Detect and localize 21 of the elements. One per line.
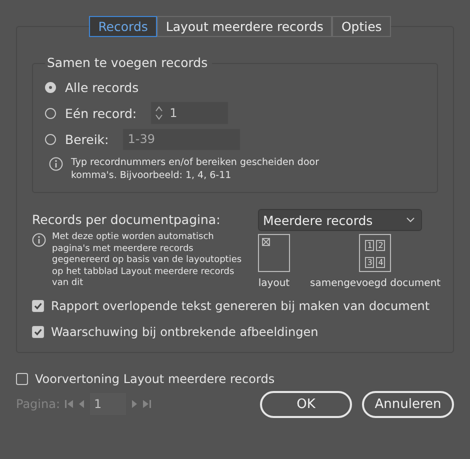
checkbox-label: Voorvertoning Layout meerdere records xyxy=(35,372,275,386)
checkbox-label: Rapport overlopende tekst genereren bij maken van document xyxy=(51,298,430,312)
hint-text: Met deze optie worden automatisch pagina's met meerdere records gegenereerd op basis van de layoutopties op het tabblad Layout meerdere records van dit xyxy=(52,232,242,290)
cancel-button[interactable]: Annuleren xyxy=(362,390,454,418)
hint-text: Typ recordnummers en/of bereiken gescheiden door komma's. Bijvoorbeeld: 1, 4, 6-11 xyxy=(71,156,320,182)
tab[interactable]: Opties xyxy=(332,16,391,37)
range-field[interactable]: 1-39 xyxy=(122,128,240,150)
field-label: Records per documentpagina: xyxy=(32,212,222,227)
group-title: Samen te voegen records xyxy=(45,55,212,70)
tab[interactable]: Layout meerdere records xyxy=(156,16,332,37)
checkbox-label: Waarschuwing bij ontbrekende afbeeldingen xyxy=(51,324,318,338)
diagram-label: layout xyxy=(258,278,290,289)
radio-label: Bereik: xyxy=(65,132,109,146)
spinner-field[interactable]: 1 xyxy=(150,102,228,124)
ok-button[interactable]: OK xyxy=(260,390,352,418)
diagram-label: samengevoegd document xyxy=(310,278,441,289)
merged-page-drawing: 1 2 3 4 xyxy=(359,234,392,272)
tab[interactable]: Records xyxy=(89,16,157,37)
radio-label: Alle records xyxy=(65,80,139,94)
records-dropdown[interactable]: Meerdere records xyxy=(258,209,422,231)
radio-label: Eén record: xyxy=(65,106,137,120)
